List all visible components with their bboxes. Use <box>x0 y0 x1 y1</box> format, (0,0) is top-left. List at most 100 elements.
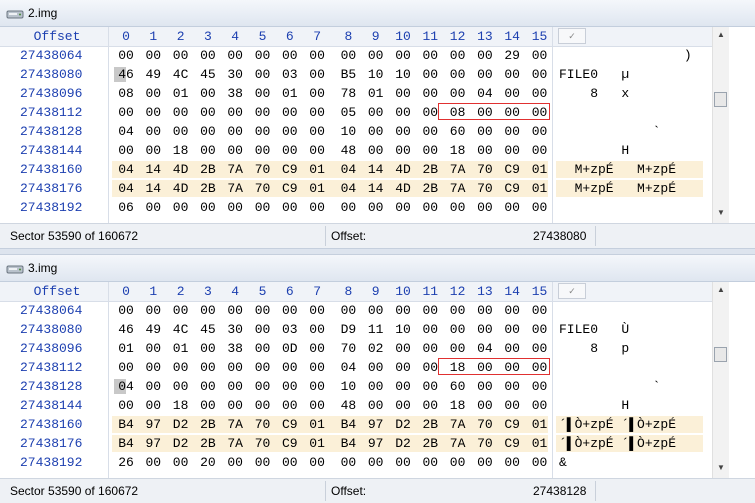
hex-byte[interactable]: 00 <box>113 301 139 320</box>
hex-byte[interactable]: 01 <box>527 434 553 453</box>
hex-byte[interactable]: 38 <box>222 339 248 358</box>
hex-byte[interactable]: 97 <box>140 434 166 453</box>
hex-byte[interactable]: 4D <box>390 179 416 198</box>
hex-row[interactable]: 27438112 00 00 00 00 00 00 00 00 05 00 00 00 08 00 00 00 <box>0 103 712 122</box>
hex-byte[interactable]: 00 <box>140 453 166 472</box>
hex-byte[interactable]: C9 <box>499 160 525 179</box>
hex-row[interactable]: 27438080 46 49 4C 45 30 00 03 00 D9 11 10 00 00 00 00 00… <box>0 320 712 339</box>
hex-byte[interactable]: 00 <box>363 301 389 320</box>
hex-byte[interactable]: 7A <box>222 434 248 453</box>
hex-byte[interactable]: 00 <box>277 301 303 320</box>
hex-byte[interactable]: C9 <box>499 434 525 453</box>
hex-byte[interactable]: 70 <box>472 160 498 179</box>
hex-byte[interactable]: 0D <box>277 339 303 358</box>
hex-row[interactable]: 27438128 04 00 00 00 00 00 00 00 10 00 00 00 60 00 00 00… <box>0 122 712 141</box>
scroll-down-arrow-icon[interactable]: ▼ <box>716 463 726 473</box>
hex-byte[interactable]: 00 <box>304 396 330 415</box>
hex-byte[interactable]: 00 <box>168 358 194 377</box>
hex-byte[interactable]: 10 <box>335 377 361 396</box>
ascii-text[interactable]: ´▌Ò+zpÉ ´▌Ò+zpÉ <box>559 415 676 434</box>
hex-byte[interactable]: 00 <box>195 339 221 358</box>
hex-byte[interactable]: 00 <box>168 122 194 141</box>
hex-byte[interactable]: 04 <box>335 358 361 377</box>
hex-byte[interactable]: 97 <box>140 415 166 434</box>
column-header[interactable]: 10 <box>390 27 416 46</box>
hex-byte[interactable]: 00 <box>304 198 330 217</box>
hex-byte[interactable]: 00 <box>390 377 416 396</box>
hex-byte[interactable]: 00 <box>417 65 443 84</box>
hex-row[interactable]: 27438064 00 00 00 00 00 00 00 00 00 00 00 00 00 00 00 00 <box>0 301 712 320</box>
hex-byte[interactable]: 60 <box>445 122 471 141</box>
hex-byte[interactable]: 04 <box>113 179 139 198</box>
hex-byte[interactable]: 00 <box>222 377 248 396</box>
scroll-down-arrow-icon[interactable]: ▼ <box>716 208 726 218</box>
hex-row[interactable]: 27438144 00 00 18 00 00 00 00 00 48 00 00 00 18 00 00 00… <box>0 396 712 415</box>
hex-byte[interactable]: 00 <box>304 65 330 84</box>
hex-byte[interactable]: 00 <box>527 453 553 472</box>
hex-byte[interactable]: 00 <box>417 84 443 103</box>
hex-byte[interactable]: 00 <box>499 377 525 396</box>
hex-byte[interactable]: 00 <box>250 84 276 103</box>
column-header[interactable]: 7 <box>304 27 330 46</box>
hex-byte[interactable]: 05 <box>335 103 361 122</box>
hex-byte[interactable]: C9 <box>277 434 303 453</box>
hex-byte[interactable]: C9 <box>499 179 525 198</box>
hex-byte[interactable]: 00 <box>445 339 471 358</box>
hex-byte[interactable]: 00 <box>222 141 248 160</box>
hex-byte[interactable]: 7A <box>222 179 248 198</box>
hex-byte[interactable]: 04 <box>113 122 139 141</box>
hex-byte[interactable]: 00 <box>304 339 330 358</box>
hex-byte[interactable]: 97 <box>363 434 389 453</box>
hex-byte[interactable]: 00 <box>113 141 139 160</box>
column-header[interactable]: 6 <box>277 27 303 46</box>
column-header[interactable]: 5 <box>250 282 276 301</box>
column-header[interactable]: 9 <box>363 27 389 46</box>
hex-byte[interactable]: 04 <box>472 339 498 358</box>
hex-byte[interactable]: 00 <box>499 301 525 320</box>
hex-byte[interactable]: 30 <box>222 65 248 84</box>
hex-byte[interactable]: 00 <box>304 358 330 377</box>
hex-byte[interactable]: 00 <box>445 453 471 472</box>
hex-byte[interactable]: 2B <box>195 415 221 434</box>
hex-byte[interactable]: 00 <box>527 377 553 396</box>
hex-byte[interactable]: C9 <box>277 179 303 198</box>
hex-byte[interactable]: 00 <box>472 141 498 160</box>
hex-byte[interactable]: 00 <box>335 198 361 217</box>
hex-byte[interactable]: 00 <box>195 103 221 122</box>
hex-byte[interactable]: 01 <box>304 415 330 434</box>
ascii-text[interactable]: ` <box>559 122 661 141</box>
hex-byte[interactable]: 70 <box>472 415 498 434</box>
hex-byte[interactable]: 00 <box>499 122 525 141</box>
hex-byte[interactable]: 14 <box>363 160 389 179</box>
hex-row[interactable]: 27438160 B4 97 D2 2B 7A 70 C9 01 B4 97 D2 2B 7A 70 C9 01… <box>0 415 712 434</box>
hex-byte[interactable]: 29 <box>499 46 525 65</box>
hex-byte[interactable]: 00 <box>527 65 553 84</box>
hex-byte[interactable]: 00 <box>140 377 166 396</box>
column-header[interactable]: 15 <box>527 282 553 301</box>
hex-byte[interactable]: 70 <box>250 179 276 198</box>
hex-byte[interactable]: 7A <box>445 160 471 179</box>
hex-byte[interactable]: 2B <box>417 160 443 179</box>
offset-header[interactable]: Offset <box>8 282 106 301</box>
hex-byte[interactable]: 03 <box>277 320 303 339</box>
hex-byte[interactable]: 14 <box>363 179 389 198</box>
hex-byte[interactable]: 00 <box>390 339 416 358</box>
hex-byte[interactable]: 2B <box>417 415 443 434</box>
column-header[interactable]: 13 <box>472 282 498 301</box>
hex-byte[interactable]: 00 <box>222 396 248 415</box>
scroll-up-arrow-icon[interactable]: ▲ <box>716 285 726 295</box>
hex-byte[interactable]: C9 <box>277 415 303 434</box>
hex-byte[interactable]: 00 <box>304 122 330 141</box>
hex-byte[interactable]: C9 <box>277 160 303 179</box>
ascii-text[interactable]: H <box>559 141 629 160</box>
ascii-text[interactable]: ´▌Ò+zpÉ ´▌Ò+zpÉ <box>559 434 676 453</box>
hex-byte[interactable]: B4 <box>335 434 361 453</box>
hex-byte[interactable]: 00 <box>250 339 276 358</box>
hex-byte[interactable]: 14 <box>140 160 166 179</box>
hex-byte[interactable]: 00 <box>113 103 139 122</box>
column-header[interactable]: 10 <box>390 282 416 301</box>
hex-byte[interactable]: 00 <box>222 301 248 320</box>
hex-row[interactable]: 27438192 26 00 00 20 00 00 00 00 00 00 00 00 00 00 00 00… <box>0 453 712 472</box>
ascii-text[interactable]: M+zpÉ M+zpÉ <box>559 179 676 198</box>
column-header[interactable]: 14 <box>499 27 525 46</box>
